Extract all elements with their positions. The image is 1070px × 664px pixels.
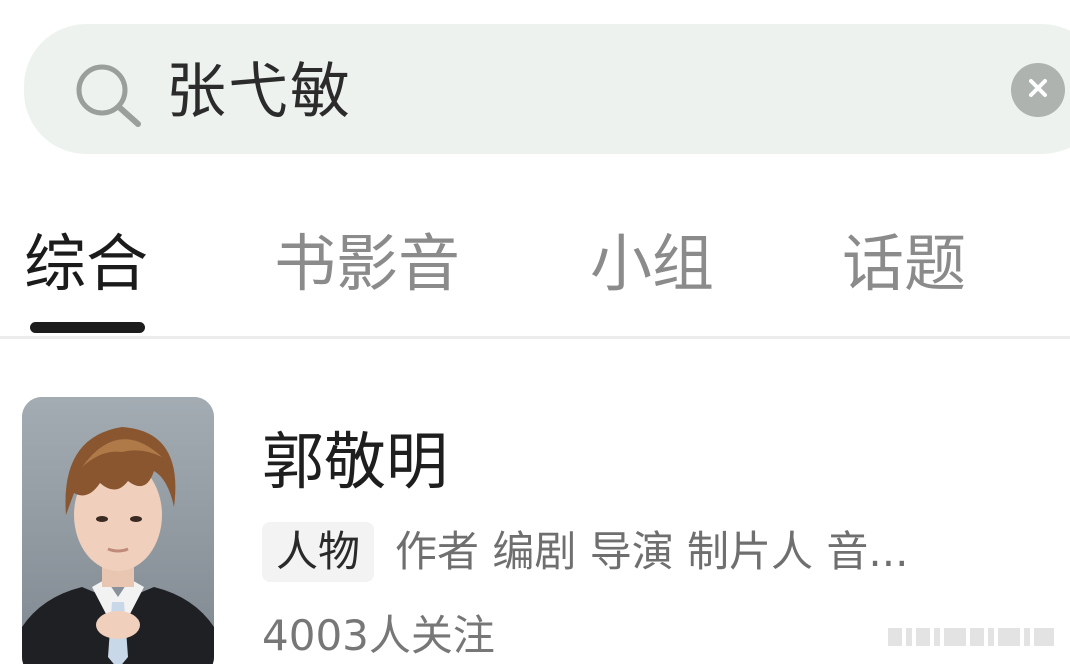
tab-topics[interactable]: 话题 bbox=[842, 222, 966, 306]
follower-count: 4003人关注 bbox=[262, 611, 495, 660]
close-icon bbox=[1026, 76, 1050, 104]
tabs-divider bbox=[0, 336, 1070, 339]
search-input[interactable]: 张弋敏 bbox=[166, 52, 352, 132]
tab-groups[interactable]: 小组 bbox=[590, 222, 714, 306]
avatar[interactable] bbox=[22, 397, 214, 664]
result-name[interactable]: 郭敬明 bbox=[262, 420, 448, 504]
tab-books-films-music[interactable]: 书影音 bbox=[274, 222, 460, 306]
type-badge: 人物 bbox=[262, 522, 375, 582]
result-roles: 作者 编剧 导演 制片人 音... bbox=[395, 527, 909, 576]
search-icon bbox=[74, 62, 144, 128]
active-tab-indicator bbox=[30, 322, 145, 333]
watermark-mark bbox=[888, 628, 1054, 646]
clear-search-button[interactable] bbox=[1011, 63, 1065, 117]
avatar-photo bbox=[22, 397, 214, 664]
tab-comprehensive[interactable]: 综合 bbox=[24, 222, 148, 306]
search-results-page: 张弋敏 综合 书影音 小组 话题 郭敬明 人物 作者 编剧 导演 制片人 音..… bbox=[0, 0, 1070, 664]
